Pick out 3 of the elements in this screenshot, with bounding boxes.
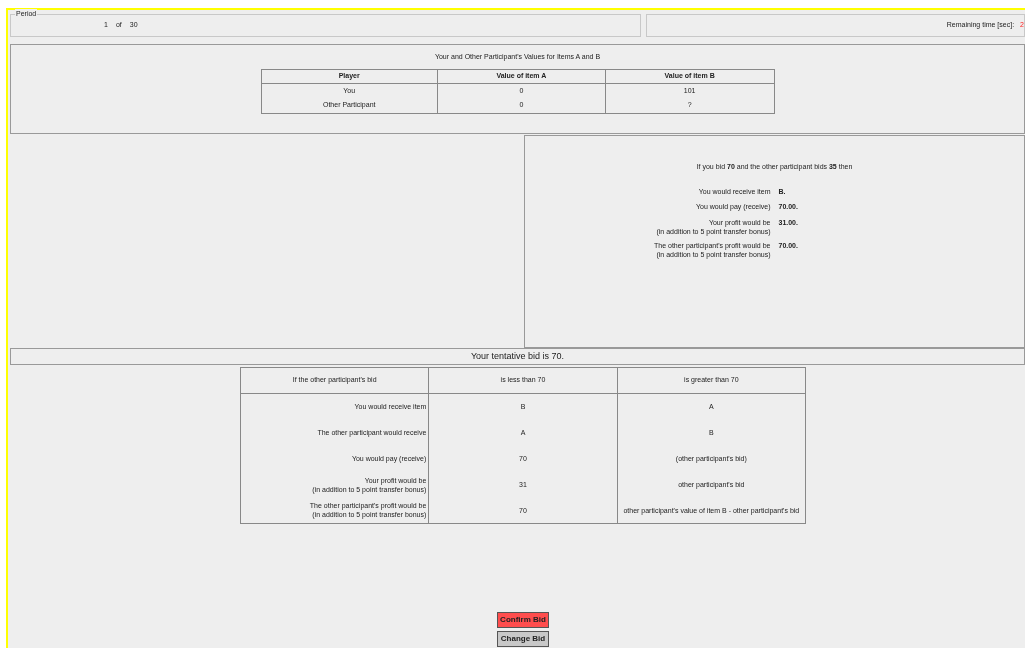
tentative-bid: Your tentative bid is 70. <box>470 349 565 363</box>
bid-button[interactable]: Change Bid <box>497 631 549 647</box>
bid-button[interactable]: Confirm Bid <box>497 612 549 628</box>
